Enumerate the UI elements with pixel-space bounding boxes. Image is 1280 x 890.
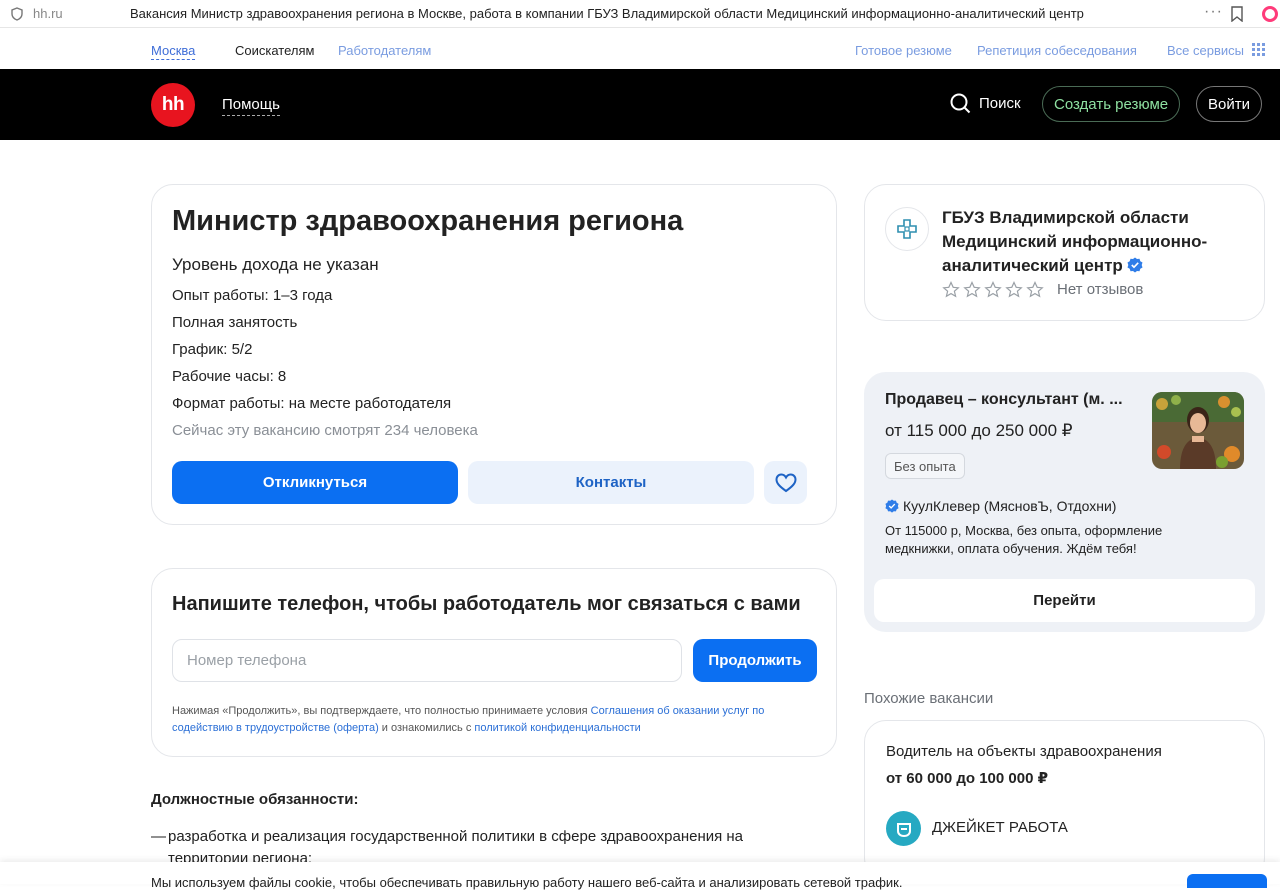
duties-title: Должностные обязанности: bbox=[151, 791, 359, 808]
vacancy-card: Министр здравоохранения региона Уровень … bbox=[151, 184, 837, 525]
vacancy-salary: Уровень дохода не указан bbox=[172, 255, 379, 274]
similar-title[interactable]: Водитель на объекты здравоохранения bbox=[886, 743, 1162, 760]
company-name-text: ГБУЗ Владимирской области Медицинский ин… bbox=[942, 208, 1208, 275]
ad-description: От 115000 р, Москва, без опыта, оформлен… bbox=[885, 523, 1163, 556]
main-header: hh Помощь Поиск Создать резюме Войти bbox=[0, 69, 1280, 140]
privacy-policy-link[interactable]: политикой конфиденциальности bbox=[474, 722, 640, 734]
medical-cross-icon bbox=[897, 219, 917, 239]
company-name[interactable]: ГБУЗ Владимирской области Медицинский ин… bbox=[942, 206, 1242, 278]
ad-salary: от 115 000 до 250 000 ₽ bbox=[885, 421, 1073, 440]
search-icon bbox=[950, 93, 971, 114]
bookmark-icon[interactable] bbox=[1230, 6, 1244, 22]
company-logo-icon bbox=[896, 822, 911, 837]
terms-middle: и ознакомились с bbox=[378, 722, 475, 734]
favorite-button[interactable] bbox=[764, 461, 807, 504]
phone-form-title: Напишите телефон, чтобы работодатель мог… bbox=[172, 593, 801, 615]
star-icon bbox=[984, 281, 1002, 298]
viewing-now: Сейчас эту вакансию смотрят 234 человека bbox=[172, 422, 478, 439]
terms-prefix: Нажимая «Продолжить», вы подтверждаете, … bbox=[172, 705, 591, 717]
star-icon bbox=[1026, 281, 1044, 298]
ad-company-name: КуулКлевер (МясновЪ, Отдохни) bbox=[903, 498, 1117, 514]
verified-icon bbox=[885, 499, 899, 513]
go-button[interactable]: Перейти bbox=[874, 579, 1255, 622]
ad-image[interactable] bbox=[1152, 392, 1244, 469]
star-icon bbox=[963, 281, 981, 298]
heart-icon bbox=[774, 472, 797, 492]
ad-vacancy-card[interactable]: Продавец – консультант (м. ... от 115 00… bbox=[864, 372, 1265, 632]
company-card: ГБУЗ Владимирской области Медицинский ин… bbox=[864, 184, 1265, 321]
hh-logo[interactable]: hh bbox=[151, 83, 195, 127]
ad-title[interactable]: Продавец – консультант (м. ... bbox=[885, 391, 1145, 409]
vacancy-format: Формат работы: на месте работодателя bbox=[172, 395, 452, 412]
nav-all-services[interactable]: Все сервисы bbox=[1167, 43, 1244, 58]
seller-photo bbox=[1152, 392, 1244, 469]
more-icon[interactable]: ··· bbox=[1204, 3, 1223, 21]
browser-address-bar: hh.ru Вакансия Министр здравоохранения р… bbox=[0, 0, 1280, 28]
shield-icon[interactable] bbox=[10, 7, 24, 21]
extension-icon[interactable] bbox=[1262, 6, 1278, 22]
help-link[interactable]: Помощь bbox=[222, 96, 280, 116]
reviews-link[interactable]: Нет отзывов bbox=[1057, 281, 1143, 298]
nav-seekers[interactable]: Соискателям bbox=[235, 43, 314, 58]
browser-url[interactable]: hh.ru bbox=[33, 6, 63, 21]
cookie-banner: Мы используем файлы cookie, чтобы обеспе… bbox=[0, 862, 1280, 890]
similar-company: ДЖЕЙКЕТ РАБОТА bbox=[932, 819, 1068, 836]
cookie-text: Мы используем файлы cookie, чтобы обеспе… bbox=[151, 875, 903, 890]
continue-button[interactable]: Продолжить bbox=[693, 639, 817, 682]
similar-vacancy-card[interactable]: Водитель на объекты здравоохранения от 6… bbox=[864, 720, 1265, 880]
star-icon bbox=[1005, 281, 1023, 298]
terms-text: Нажимая «Продолжить», вы подтверждаете, … bbox=[172, 703, 822, 737]
vacancy-employment: Полная занятость bbox=[172, 314, 298, 331]
search-label: Поиск bbox=[979, 95, 1021, 112]
ad-experience-badge: Без опыта bbox=[885, 453, 965, 479]
rating-stars bbox=[942, 281, 1044, 299]
verified-icon bbox=[1127, 257, 1143, 273]
vacancy-hours: Рабочие часы: 8 bbox=[172, 368, 287, 385]
top-subnav: Москва Соискателям Работодателям Готовое… bbox=[0, 29, 1280, 69]
company-logo[interactable] bbox=[885, 207, 929, 251]
login-button[interactable]: Войти bbox=[1196, 86, 1262, 122]
vacancy-experience: Опыт работы: 1–3 года bbox=[172, 287, 333, 304]
create-resume-button[interactable]: Создать резюме bbox=[1042, 86, 1181, 122]
nav-ready-resume[interactable]: Готовое резюме bbox=[855, 43, 952, 58]
apply-button[interactable]: Откликнуться bbox=[172, 461, 458, 504]
similar-salary: от 60 000 до 100 000 ₽ bbox=[886, 770, 1049, 787]
phone-input[interactable] bbox=[172, 639, 682, 682]
dash-bullet: — bbox=[151, 828, 166, 845]
similar-company-logo bbox=[886, 811, 921, 846]
search-button[interactable]: Поиск bbox=[950, 93, 1021, 114]
similar-heading: Похожие вакансии bbox=[864, 690, 994, 707]
ad-company: КуулКлевер (МясновЪ, Отдохни) bbox=[885, 498, 1116, 514]
grid-icon[interactable] bbox=[1252, 43, 1265, 56]
nav-interview-rehearsal[interactable]: Репетиция собеседования bbox=[977, 43, 1137, 58]
cookie-accept-button[interactable] bbox=[1187, 874, 1267, 888]
city-selector[interactable]: Москва bbox=[151, 43, 196, 60]
browser-tab-title: Вакансия Министр здравоохранения региона… bbox=[130, 6, 1084, 21]
nav-employers[interactable]: Работодателям bbox=[338, 43, 431, 58]
contacts-button[interactable]: Контакты bbox=[468, 461, 754, 504]
phone-form-card: Напишите телефон, чтобы работодатель мог… bbox=[151, 568, 837, 757]
star-icon bbox=[942, 281, 960, 298]
vacancy-schedule: График: 5/2 bbox=[172, 341, 253, 358]
vacancy-title: Министр здравоохранения региона bbox=[172, 205, 684, 237]
